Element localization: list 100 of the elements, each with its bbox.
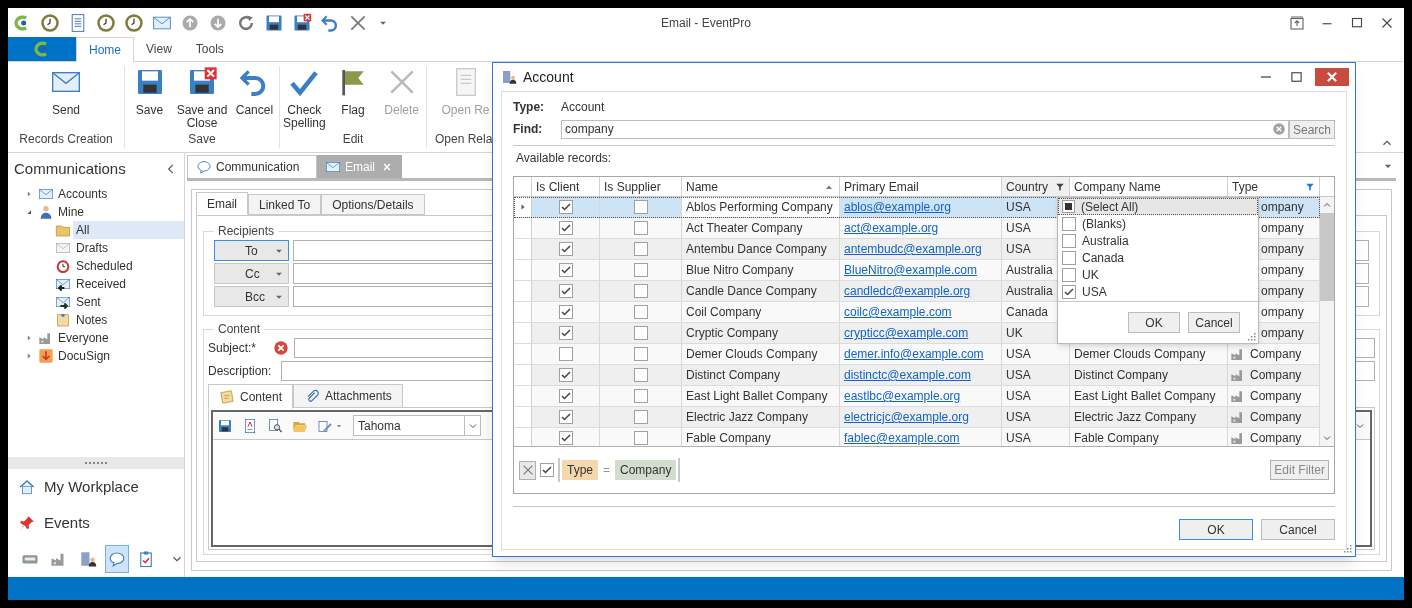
checkbox[interactable] [1062, 250, 1076, 265]
checkbox[interactable] [558, 242, 573, 256]
ribbon-button[interactable]: Save [125, 66, 175, 129]
email-link[interactable]: antembudc@example.org [844, 240, 982, 258]
email-link[interactable]: act@example.org [844, 219, 939, 237]
checkbox[interactable] [633, 242, 648, 256]
checkbox[interactable] [1062, 267, 1076, 282]
checkbox[interactable] [633, 431, 648, 445]
ribbon-tab[interactable]: Home [76, 37, 134, 62]
save-icon[interactable] [264, 13, 284, 33]
recipient-button[interactable]: Cc [214, 263, 289, 284]
form-tab[interactable]: Options/Details [321, 194, 425, 215]
search-field[interactable]: company [561, 119, 1289, 139]
clock-icon[interactable] [96, 13, 116, 33]
checkbox[interactable] [558, 389, 573, 403]
checkbox[interactable] [558, 347, 573, 361]
email-link[interactable]: ablos@example.org [844, 198, 951, 216]
ribbon-button[interactable]: Send [36, 66, 96, 129]
clock-icon[interactable] [40, 13, 60, 33]
ribbon-tab[interactable]: Tools [183, 37, 236, 61]
email-link[interactable]: coilc@example.com [844, 303, 952, 321]
checkbox[interactable] [1062, 216, 1076, 231]
checkbox[interactable] [633, 263, 648, 277]
email-link[interactable]: candledc@example.org [844, 282, 971, 300]
refresh-icon[interactable] [236, 13, 256, 33]
checkbox[interactable] [558, 368, 573, 382]
save-close-icon[interactable] [292, 13, 312, 33]
form-tab[interactable]: Linked To [248, 194, 322, 215]
email-link[interactable]: electricjc@example.org [844, 408, 969, 426]
filter-icon[interactable] [1305, 181, 1315, 192]
checkbox[interactable] [633, 284, 648, 298]
search-button[interactable]: Search [1288, 119, 1335, 139]
checkbox[interactable] [558, 326, 573, 340]
ribbon-button[interactable]: Flag [328, 66, 378, 129]
checkbox[interactable] [633, 347, 648, 361]
checkbox[interactable] [633, 326, 648, 340]
tree-item[interactable]: Everyone [38, 329, 184, 347]
tree-item[interactable]: DocuSign [38, 347, 184, 365]
clear-icon[interactable] [1271, 122, 1286, 136]
table-row[interactable]: Demer Clouds Company demer.info@example.com USA Demer Clouds Company Company [514, 344, 1320, 365]
filter-option[interactable]: (Blanks) [1058, 215, 1258, 232]
clear-filter-button[interactable] [519, 460, 536, 480]
filter-value-tag[interactable]: Company [615, 460, 677, 480]
popup-button[interactable]: OK [1128, 312, 1180, 333]
form-tab[interactable]: Email [196, 192, 248, 215]
email-link[interactable]: crypticc@example.com [844, 324, 969, 342]
checkbox[interactable] [633, 200, 648, 214]
email-link[interactable]: BlueNitro@example.com [844, 261, 977, 279]
close-icon[interactable] [348, 13, 368, 33]
checkbox[interactable] [1062, 233, 1076, 248]
resize-grip-icon[interactable] [1341, 542, 1353, 554]
content-tab[interactable]: Content [208, 384, 294, 409]
filter-option[interactable]: (Select All) [1058, 198, 1258, 215]
navigation-section[interactable]: My Workplace [8, 469, 184, 505]
content-tab[interactable]: Attachments [293, 384, 403, 408]
font-dropdown[interactable]: Tahoma [353, 415, 481, 436]
checkbox[interactable] [558, 305, 573, 319]
dialog-button[interactable]: OK [1179, 519, 1253, 540]
filter-field-tag[interactable]: Type [562, 460, 598, 480]
close-button[interactable] [1315, 68, 1349, 86]
checkbox[interactable] [558, 410, 573, 424]
checkbox[interactable] [558, 200, 573, 214]
tree-item[interactable]: Drafts [73, 239, 184, 257]
popup-button[interactable]: Cancel [1188, 312, 1240, 333]
tree-item[interactable]: Mine [38, 203, 184, 221]
checkbox[interactable] [558, 263, 573, 277]
tree-item[interactable]: Accounts [38, 185, 184, 203]
ribbon-button[interactable]: Save and Close [174, 66, 230, 129]
checkbox[interactable] [540, 463, 554, 477]
email-link[interactable]: demer.info@example.com [844, 345, 984, 363]
table-row[interactable]: Electric Jazz Company electricjc@example.org USA Electric Jazz Company Company [514, 407, 1320, 428]
tree-item[interactable]: Received [73, 275, 184, 293]
tree-item[interactable]: All [73, 221, 184, 239]
recipient-button[interactable]: Bcc [214, 286, 289, 307]
email-link[interactable]: fablec@example.com [844, 429, 960, 446]
dialog-button[interactable]: Cancel [1261, 519, 1335, 540]
search-document-icon[interactable] [267, 417, 283, 434]
document-icon[interactable] [242, 417, 258, 434]
checkbox[interactable] [633, 410, 648, 424]
filter-option[interactable]: UK [1058, 266, 1258, 283]
table-row[interactable]: Distinct Company distinctc@example.com USA Distinct Company Company [514, 365, 1320, 386]
checkbox[interactable] [633, 389, 648, 403]
tree-item[interactable]: Notes [73, 311, 184, 329]
tree-item[interactable]: Sent [73, 293, 184, 311]
checkbox[interactable] [1062, 200, 1075, 213]
tree-item[interactable]: Scheduled [73, 257, 184, 275]
ribbon-tab[interactable]: View [134, 37, 184, 61]
email-link[interactable]: eastlbc@example.org [844, 387, 961, 405]
checkbox[interactable] [558, 284, 573, 298]
recipient-button[interactable]: To [214, 240, 289, 261]
resize-grip-icon[interactable] [1245, 330, 1257, 342]
filter-icon[interactable] [1055, 181, 1065, 192]
column-header[interactable]: Country [1002, 177, 1070, 196]
ribbon-button[interactable]: Check Spelling [280, 66, 329, 129]
scrollbar-thumb[interactable] [1320, 213, 1334, 301]
checkbox[interactable] [633, 305, 648, 319]
checkbox[interactable] [633, 221, 648, 235]
document-tab[interactable]: Communication [187, 155, 317, 178]
save-icon[interactable] [217, 417, 233, 434]
ribbon-button[interactable]: Cancel [229, 66, 279, 129]
